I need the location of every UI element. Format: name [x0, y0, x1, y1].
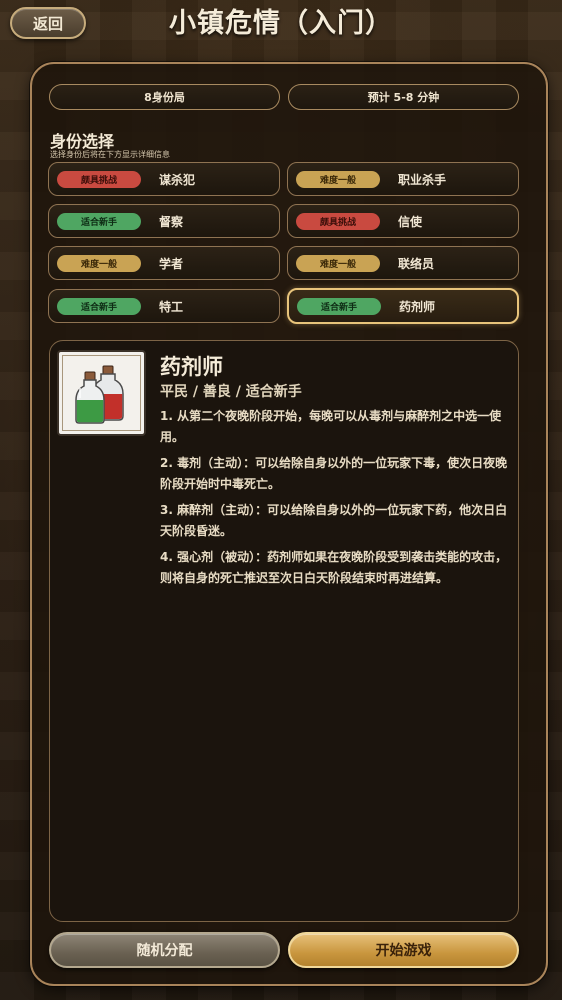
ability-line: 4. 强心剂（被动）：药剂师如果在夜晚阶段受到袭击类能的攻击，则将自身的死亡推迟…: [160, 550, 508, 585]
difficulty-tag: 难度一般: [296, 170, 380, 188]
difficulty-tag: 适合新手: [297, 297, 381, 315]
duration-badge: 预计 5-8 分钟: [288, 84, 519, 110]
role-card[interactable]: 难度一般 职业杀手: [287, 162, 519, 196]
role-portrait: [57, 350, 146, 436]
difficulty-tag: 难度一般: [57, 254, 141, 272]
ability-line: 1. 从第二个夜晚阶段开始，每晚可以从毒剂与麻醉剂之中选一使用。: [160, 409, 502, 444]
role-name: 药剂师: [399, 299, 436, 314]
role-card[interactable]: 颇具挑战 信使: [287, 204, 519, 238]
detail-role-name: 药剂师: [160, 355, 223, 379]
role-name: 特工: [159, 299, 184, 314]
role-name: 联络员: [398, 256, 435, 271]
section-subtitle: 选择身份后将在下方显示详细信息: [50, 150, 170, 159]
difficulty-tag: 颇具挑战: [296, 212, 380, 230]
start-game-button[interactable]: 开始游戏: [288, 932, 519, 968]
detail-role-meta: 平民 / 善良 / 适合新手: [160, 384, 302, 400]
difficulty-tag: 难度一般: [296, 254, 380, 272]
ability-line: 3. 麻醉剂（主动）：可以给除自身以外的一位玩家下药，他次日白天阶段昏迷。: [160, 503, 508, 538]
role-name: 谋杀犯: [159, 172, 196, 187]
role-card-selected[interactable]: 适合新手 药剂师: [287, 288, 519, 324]
role-card[interactable]: 难度一般 学者: [48, 246, 280, 280]
potion-bottles-icon: [74, 365, 124, 424]
page-title: 小镇危情（入门）: [169, 8, 393, 39]
detail-description: 1. 从第二个夜晚阶段开始，每晚可以从毒剂与麻醉剂之中选一使用。 2. 毒剂（主…: [160, 406, 514, 594]
role-name: 学者: [159, 256, 184, 271]
role-name: 督察: [159, 214, 184, 229]
role-name: 职业杀手: [398, 172, 447, 187]
difficulty-tag: 适合新手: [57, 212, 141, 230]
difficulty-tag: 适合新手: [57, 297, 141, 315]
role-card[interactable]: 适合新手 督察: [48, 204, 280, 238]
role-card[interactable]: 适合新手 特工: [48, 289, 280, 323]
ability-line: 2. 毒剂（主动）：可以给除自身以外的一位玩家下毒，使次日夜晚阶段开始时中毒死亡…: [160, 456, 508, 491]
player-count-badge: 8身份局: [49, 84, 280, 110]
role-card[interactable]: 难度一般 联络员: [287, 246, 519, 280]
section-title: 身份选择: [50, 132, 115, 151]
role-card[interactable]: 颇具挑战 谋杀犯: [48, 162, 280, 196]
role-name: 信使: [398, 214, 423, 229]
random-assign-button[interactable]: 随机分配: [49, 932, 280, 968]
difficulty-tag: 颇具挑战: [57, 170, 141, 188]
